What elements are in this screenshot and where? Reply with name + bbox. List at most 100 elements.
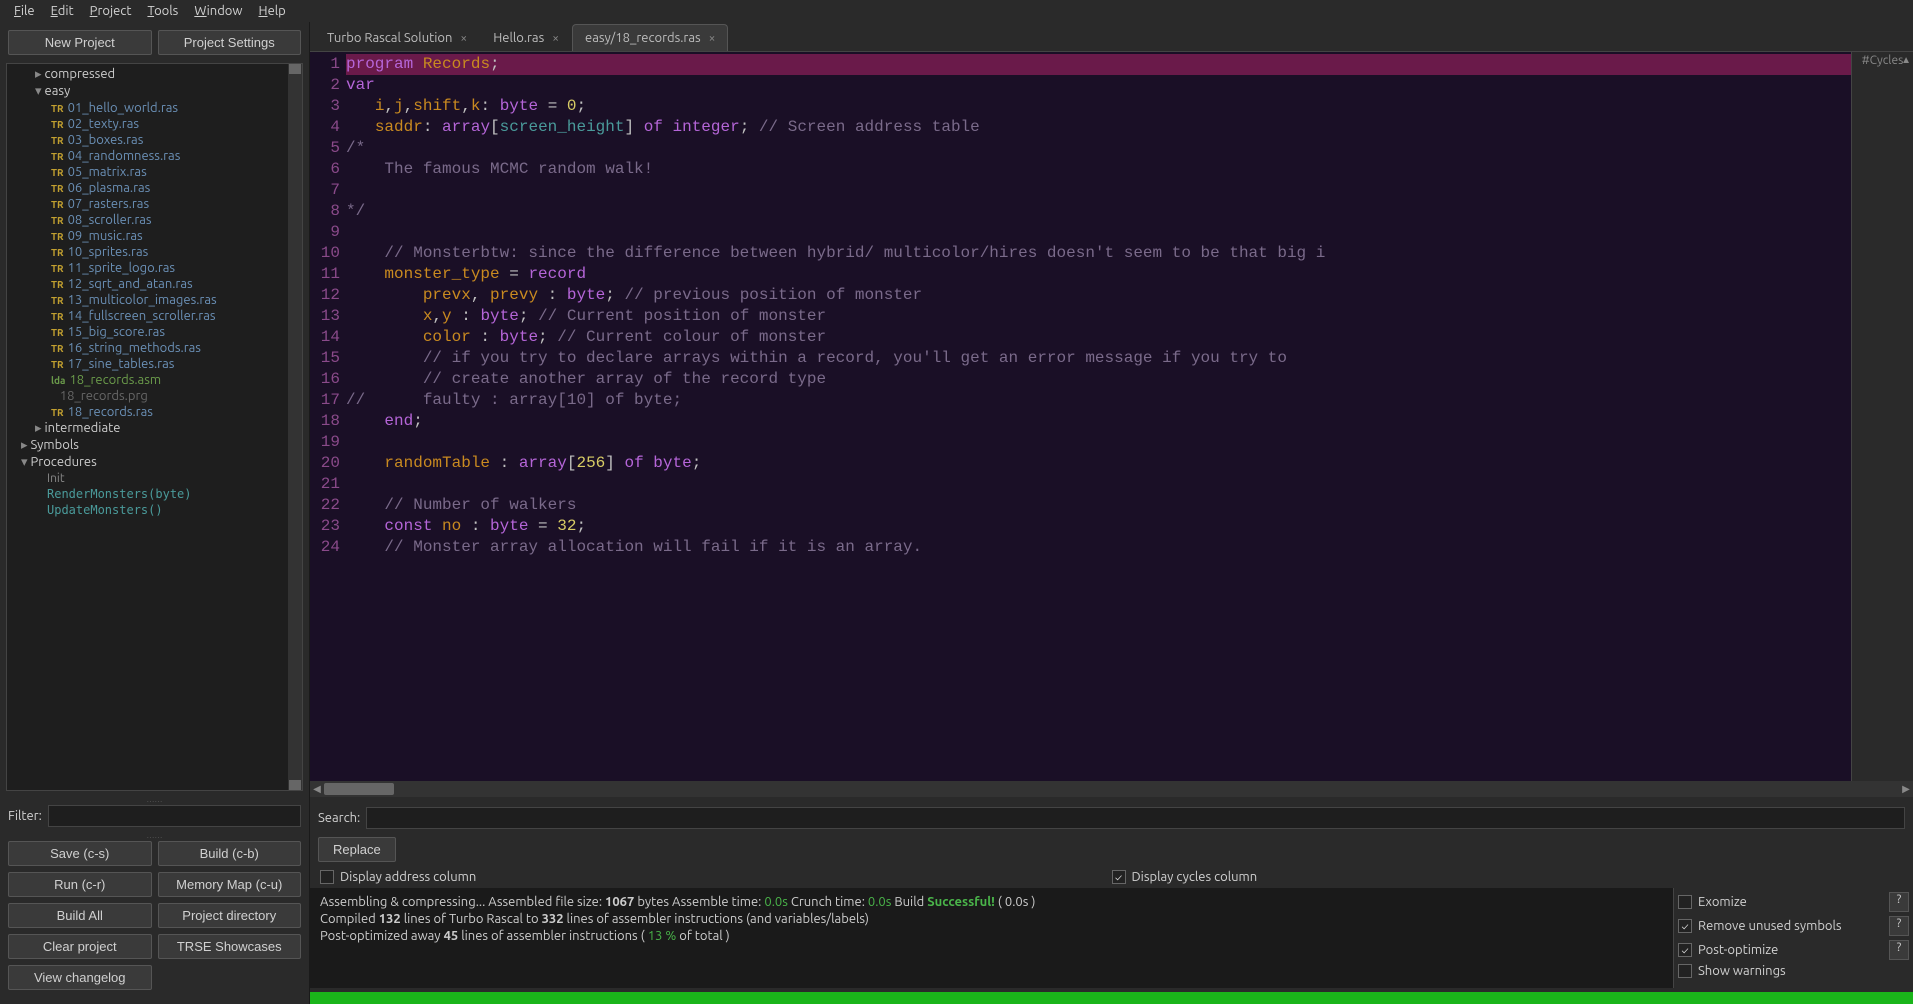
help-button[interactable]: ? [1889,892,1909,912]
tree-file[interactable]: TR03_boxes.ras [7,132,302,148]
tree-procedure-item[interactable]: RenderMonsters(byte) [7,486,302,502]
tree-file[interactable]: TR16_string_methods.ras [7,340,302,356]
tree-scrollbar[interactable] [288,64,302,790]
display-cycles-checkbox[interactable]: ✓ Display cycles column [1112,870,1904,884]
trse-showcases-button[interactable]: TRSE Showcases [158,934,302,959]
scrollbar-thumb[interactable] [289,64,301,74]
code-line[interactable]: 15 // if you try to declare arrays withi… [310,348,1851,369]
build-option-checkbox[interactable]: Exomize? [1678,892,1909,912]
project-tree[interactable]: compressedeasyTR01_hello_world.rasTR02_t… [6,63,303,791]
code-line[interactable]: 6 The famous MCMC random walk! [310,159,1851,180]
build-button[interactable]: Build (c-b) [158,841,302,866]
horizontal-scrollbar[interactable]: ◀ ▶ [310,781,1913,797]
code-line[interactable]: 20 randomTable : array[256] of byte; [310,453,1851,474]
cycles-column: #Cycles ▲ [1851,52,1913,781]
tree-file[interactable]: TR18_records.ras [7,404,302,420]
tree-file[interactable]: TR10_sprites.ras [7,244,302,260]
tree-file[interactable]: TR07_rasters.ras [7,196,302,212]
tree-folder[interactable]: easy [7,83,302,100]
tree-file[interactable]: TR12_sqrt_and_atan.ras [7,276,302,292]
tree-file[interactable]: TR09_music.ras [7,228,302,244]
scrollbar-thumb[interactable] [324,783,394,795]
scroll-left-icon[interactable]: ◀ [310,781,324,797]
tree-file[interactable]: TR08_scroller.ras [7,212,302,228]
tree-file[interactable]: TR17_sine_tables.ras [7,356,302,372]
code-line[interactable]: 16 // create another array of the record… [310,369,1851,390]
help-button[interactable]: ? [1889,940,1909,960]
code-line[interactable]: 18 end; [310,411,1851,432]
editor-tab[interactable]: Turbo Rascal Solution× [314,24,480,51]
run-button[interactable]: Run (c-r) [8,872,152,897]
code-line[interactable]: 22 // Number of walkers [310,495,1851,516]
memory-map-button[interactable]: Memory Map (c-u) [158,872,302,897]
menu-edit[interactable]: Edit [45,2,80,20]
code-line[interactable]: 1program Records; [310,54,1851,75]
tree-file[interactable]: TR13_multicolor_images.ras [7,292,302,308]
tree-file[interactable]: 18_records.prg [7,388,302,404]
editor-tab[interactable]: easy/18_records.ras× [572,24,728,51]
code-line[interactable]: 14 color : byte; // Current colour of mo… [310,327,1851,348]
code-line[interactable]: 17// faulty : array[10] of byte; [310,390,1851,411]
code-line[interactable]: 23 const no : byte = 32; [310,516,1851,537]
tree-file[interactable]: lda18_records.asm [7,372,302,388]
editor-tab[interactable]: Hello.ras× [480,24,572,51]
code-line[interactable]: 11 monster_type = record [310,264,1851,285]
tree-file[interactable]: TR15_big_score.ras [7,324,302,340]
tree-file[interactable]: TR06_plasma.ras [7,180,302,196]
code-line[interactable]: 5/* [310,138,1851,159]
search-input[interactable] [366,807,1905,829]
code-line[interactable]: 13 x,y : byte; // Current position of mo… [310,306,1851,327]
line-content: randomTable : array[256] of byte; [346,453,1851,474]
project-settings-button[interactable]: Project Settings [158,30,302,55]
scrollbar-thumb[interactable] [289,780,301,790]
code-line[interactable]: 21 [310,474,1851,495]
code-line[interactable]: 12 prevx, prevy : byte; // previous posi… [310,285,1851,306]
display-address-checkbox[interactable]: Display address column [320,870,1112,884]
tree-symbols[interactable]: Symbols [7,437,302,454]
tree-folder[interactable]: compressed [7,66,302,83]
splitter-handle[interactable]: …… [0,998,309,1004]
tree-procedure-item[interactable]: Init [7,471,302,486]
menu-help[interactable]: Help [253,2,292,20]
tree-file[interactable]: TR02_texty.ras [7,116,302,132]
close-icon[interactable]: × [552,32,559,45]
build-option-checkbox[interactable]: ✓Remove unused symbols? [1678,916,1909,936]
code-line[interactable]: 7 [310,180,1851,201]
code-line[interactable]: 19 [310,432,1851,453]
code-line[interactable]: 24 // Monster array allocation will fail… [310,537,1851,558]
code-line[interactable]: 4 saddr: array[screen_height] of integer… [310,117,1851,138]
menu-window[interactable]: Window [188,2,248,20]
tree-file[interactable]: TR01_hello_world.ras [7,100,302,116]
build-all-button[interactable]: Build All [8,903,152,928]
clear-project-button[interactable]: Clear project [8,934,152,959]
tree-file[interactable]: TR11_sprite_logo.ras [7,260,302,276]
code-line[interactable]: 8*/ [310,201,1851,222]
tree-file[interactable]: TR14_fullscreen_scroller.ras [7,308,302,324]
filter-input[interactable] [48,805,301,827]
tree-folder[interactable]: intermediate [7,420,302,437]
code-line[interactable]: 10 // Monsterbtw: since the difference b… [310,243,1851,264]
scroll-up-icon[interactable]: ▲ [1901,54,1911,66]
help-button[interactable]: ? [1889,916,1909,936]
build-option-checkbox[interactable]: Show warnings [1678,964,1909,978]
tree-procedures[interactable]: Procedures [7,454,302,471]
view-changelog-button[interactable]: View changelog [8,965,152,990]
code-line[interactable]: 3 i,j,shift,k: byte = 0; [310,96,1851,117]
close-icon[interactable]: × [460,32,467,45]
menu-file[interactable]: File [8,2,41,20]
code-line[interactable]: 9 [310,222,1851,243]
save-button[interactable]: Save (c-s) [8,841,152,866]
build-option-checkbox[interactable]: ✓Post-optimize? [1678,940,1909,960]
tree-file[interactable]: TR05_matrix.ras [7,164,302,180]
tree-procedure-item[interactable]: UpdateMonsters() [7,502,302,518]
menu-project[interactable]: Project [84,2,138,20]
code-editor[interactable]: 1program Records;2var3 i,j,shift,k: byte… [310,52,1851,781]
close-icon[interactable]: × [709,32,716,45]
tree-file[interactable]: TR04_randomness.ras [7,148,302,164]
replace-button[interactable]: Replace [318,837,396,862]
code-line[interactable]: 2var [310,75,1851,96]
menu-tools[interactable]: Tools [141,2,184,20]
new-project-button[interactable]: New Project [8,30,152,55]
scroll-right-icon[interactable]: ▶ [1899,781,1913,797]
project-directory-button[interactable]: Project directory [158,903,302,928]
